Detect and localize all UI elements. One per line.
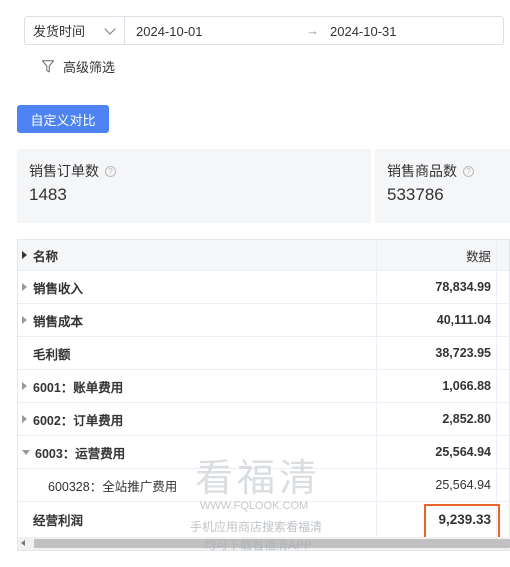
row-name: 经营利润 [33, 514, 84, 528]
watermark-line2: 均可下载看福清APP [204, 538, 313, 552]
date-range-arrow-icon: → [306, 23, 319, 38]
caret-right-icon[interactable] [22, 382, 27, 390]
header-data: 数据 [377, 240, 497, 270]
stat-card-items: 销售商品数 ? 533786 [375, 149, 510, 223]
watermark-title: 看福清 [195, 456, 322, 500]
stat-label: 销售商品数 [387, 163, 457, 179]
end-date-input[interactable]: 2024-10-31 [330, 24, 397, 39]
row-value: 2,852.80 [377, 403, 497, 435]
table-row[interactable]: 销售成本 40,111.04 [18, 304, 509, 337]
date-field-label: 发货时间 [33, 24, 86, 39]
table-row: 毛利额 38,723.95 [18, 337, 509, 370]
advanced-filter-button[interactable]: 高级筛选 [42, 57, 115, 76]
caret-right-icon[interactable] [22, 415, 27, 423]
scroll-left-icon[interactable] [21, 540, 25, 546]
date-field-select[interactable]: 发货时间 [25, 17, 125, 44]
row-value: 1,066.88 [377, 370, 497, 402]
filter-icon [42, 60, 54, 73]
row-name: 销售成本 [33, 314, 84, 329]
caret-down-icon[interactable] [22, 449, 30, 455]
row-name: 600328：全站推广费用 [48, 479, 178, 494]
row-value: 40,111.04 [377, 304, 497, 336]
caret-right-icon[interactable] [22, 283, 27, 291]
table-row[interactable]: 销售收入 78,834.99 [18, 271, 509, 304]
row-value: 25,564.94 [377, 469, 497, 501]
expand-all-icon[interactable] [22, 251, 27, 259]
stat-value: 1483 [29, 185, 67, 204]
watermark-line1: 手机应用商店搜索看福清 [190, 520, 323, 534]
row-name: 6001：账单费用 [33, 380, 124, 395]
table-row[interactable]: 6001：账单费用 1,066.88 [18, 370, 509, 403]
row-name: 毛利额 [33, 347, 71, 362]
header-name: 名称 [33, 249, 59, 264]
start-date-input[interactable]: 2024-10-01 [136, 24, 203, 39]
stat-label: 销售订单数 [29, 163, 99, 179]
help-icon[interactable]: ? [105, 165, 116, 177]
row-name: 6002：订单费用 [33, 413, 124, 428]
row-value: 9,239.33 [377, 502, 497, 537]
row-name: 6003：运营费用 [35, 446, 126, 461]
watermark-url: WWW.FQLOOK.COM [200, 500, 309, 512]
table-row[interactable]: 6002：订单费用 2,852.80 [18, 403, 509, 436]
advanced-filter-label: 高级筛选 [63, 60, 116, 75]
date-filter-box: 发货时间 2024-10-01 → 2024-10-31 [24, 16, 504, 45]
stat-value: 533786 [387, 185, 444, 204]
stat-card-orders: 销售订单数 ? 1483 [17, 149, 371, 223]
row-value: 25,564.94 [377, 436, 497, 468]
row-value: 78,834.99 [377, 271, 497, 303]
custom-compare-button[interactable]: 自定义对比 [17, 105, 109, 133]
caret-right-icon[interactable] [22, 316, 27, 324]
chevron-down-icon [104, 22, 116, 35]
help-icon[interactable]: ? [463, 165, 474, 177]
row-value: 38,723.95 [377, 337, 497, 369]
table-header-row: 名称 数据 [18, 240, 509, 271]
row-name: 销售收入 [33, 281, 84, 296]
